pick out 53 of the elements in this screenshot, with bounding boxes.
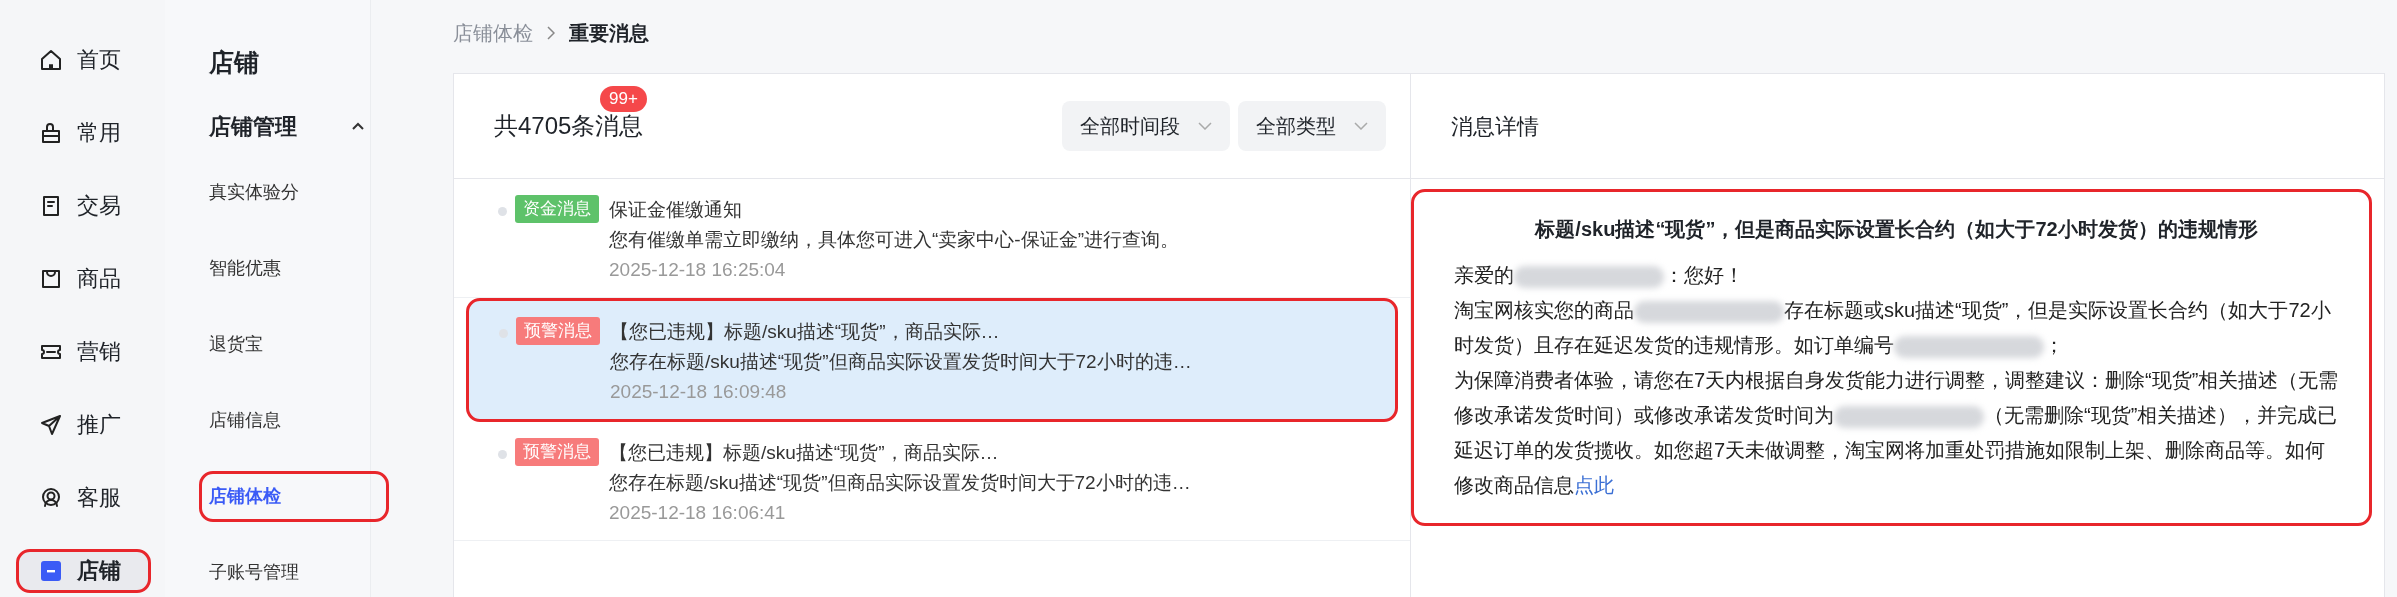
menu-group[interactable]: 店铺管理 xyxy=(209,109,364,143)
nav-item[interactable]: 首页 xyxy=(16,38,151,82)
nav-item[interactable]: 推广 xyxy=(16,403,151,447)
box-icon xyxy=(39,267,63,291)
unread-dot xyxy=(498,450,507,459)
message-title: 【您已违规】标题/sku描述“现货”，商品实际… xyxy=(609,441,1000,465)
bag-icon xyxy=(39,121,63,145)
detail-paragraph: 淘宝网核实您的商品 存在标题或sku描述“现货”，但是实际设置长合约（如大于72小时发货）且存在延迟发货的违规情形。如订单编号 ； xyxy=(1454,298,2332,360)
filter-dropdown[interactable]: 全部时间段 xyxy=(1062,101,1230,151)
caret-icon xyxy=(1198,122,1212,130)
unread-dot xyxy=(498,207,507,216)
submenu-item[interactable]: 真实体验分 xyxy=(199,166,389,218)
message-summary: 您有催缴单需立即缴纳，具体您可进入“卖家中心-保证金”进行查询。 xyxy=(609,228,1179,252)
message-title: 保证金催缴通知 xyxy=(609,198,743,222)
message-item[interactable]: 预警消息 【您已违规】标题/sku描述“现货”，商品实际… 您存在标题/sku描述“现货”但商品实际设置发货时间大于72小时的违… 2025-12-18 16:09:48 xyxy=(466,298,1398,422)
send-icon xyxy=(39,413,63,437)
nav-item[interactable]: 常用 xyxy=(16,111,151,155)
headset-icon xyxy=(39,486,63,510)
message-tag: 预警消息 xyxy=(516,317,600,345)
submenu-item[interactable]: 退货宝 xyxy=(199,318,389,370)
home-icon xyxy=(39,48,63,72)
message-tag: 预警消息 xyxy=(515,438,599,466)
detail-link[interactable]: 点此 xyxy=(1574,474,1614,496)
nav-item[interactable]: 商品 xyxy=(16,257,151,301)
caret-icon xyxy=(352,122,364,130)
message-time: 2025-12-18 16:25:04 xyxy=(609,258,787,282)
nav-item[interactable]: 店铺 xyxy=(16,549,151,593)
nav-item[interactable]: 客服 xyxy=(16,476,151,520)
filter-dropdown[interactable]: 全部类型 xyxy=(1238,101,1386,151)
nav-item[interactable]: 营销 xyxy=(16,330,151,374)
shop-icon xyxy=(39,559,63,583)
section-title: 店铺 xyxy=(209,47,260,78)
message-summary: 您存在标题/sku描述“现货”但商品实际设置发货时间大于72小时的违… xyxy=(609,471,1191,495)
message-summary: 您存在标题/sku描述“现货”但商品实际设置发货时间大于72小时的违… xyxy=(610,350,1192,374)
message-tag: 资金消息 xyxy=(515,195,599,223)
breadcrumb-current: 重要消息 xyxy=(569,21,649,46)
submenu-item[interactable]: 智能优惠 xyxy=(199,242,389,294)
submenu-item[interactable]: 店铺信息 xyxy=(199,394,389,446)
message-time: 2025-12-18 16:06:41 xyxy=(609,501,787,525)
submenu-item[interactable]: 子账号管理 xyxy=(199,546,389,597)
panel-title: 消息详情 xyxy=(1411,74,2384,179)
message-title: 【您已违规】标题/sku描述“现货”，商品实际… xyxy=(610,320,1001,344)
nav-item[interactable]: 交易 xyxy=(16,184,151,228)
unread-badge: 99+ xyxy=(600,86,647,112)
message-time: 2025-12-18 16:09:48 xyxy=(610,380,788,404)
detail-title: 标题/sku描述“现货”，但是商品实际设置长合约（如大于72小时发货）的违规情形 xyxy=(1533,217,2259,242)
caret-icon xyxy=(1354,122,1368,130)
chevron-icon xyxy=(547,26,555,40)
message-count: 共4705条消息 xyxy=(494,111,644,141)
message-item[interactable]: 预警消息 【您已违规】标题/sku描述“现货”，商品实际… 您存在标题/sku描述“现货”但商品实际设置发货时间大于72小时的违… 2025-12-18 16:06:41 xyxy=(454,422,1410,541)
detail-paragraph: 为保障消费者体验，请您在7天内根据自身发货能力进行调整，调整建议：删除“现货”相关描述（无需修改承诺发货时间）或修改承诺发货时间为 （无需删除“现货”相关描述），并完成已延迟订单的发货揽收。如您超7天未做调整，淘宝网将加重处罚措施如限制上架、删除商品等。如何修改商品信息点此 xyxy=(1454,368,2339,498)
detail-paragraph: 亲爱的 ：您好！ xyxy=(1454,263,1745,290)
submenu-item[interactable]: 店铺体检 xyxy=(199,470,389,522)
